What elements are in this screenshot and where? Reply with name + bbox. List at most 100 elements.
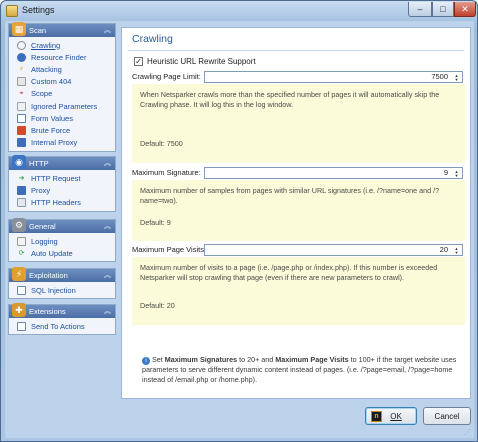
sidebar-item-scope[interactable]: ⌖ Scope: [9, 88, 115, 100]
group-label: General: [29, 222, 56, 231]
group-label: Scan: [29, 26, 47, 35]
brute-force-icon: [17, 125, 26, 135]
maximum-signature-help: Maximum number of samples from pages wit…: [132, 180, 465, 241]
collapse-chevron-icon[interactable]: ︽: [104, 157, 111, 170]
sidebar-group-header-scan[interactable]: ▦ Scan ︽: [9, 22, 115, 37]
maximum-page-visits-help: Maximum number of visits to a page (i.e.…: [132, 257, 465, 325]
sidebar-item-internal-proxy[interactable]: Internal Proxy: [9, 137, 115, 149]
maximum-signature-input[interactable]: 9 ▲ ▼: [204, 167, 463, 179]
internal-proxy-icon: [17, 138, 26, 148]
maximum-page-visits-label: Maximum Page Visits:: [132, 245, 207, 254]
crawling-settings-panel: Crawling ✓ Heuristic URL Rewrite Support…: [121, 27, 471, 399]
sidebar-item-label: SQL Injection: [31, 285, 76, 295]
heuristic-url-rewrite-label: Heuristic URL Rewrite Support: [147, 57, 256, 66]
maximum-signature-row: Maximum Signature: 9 ▲ ▼: [132, 167, 463, 179]
sidebar-item-label: HTTP Headers: [31, 197, 81, 207]
sidebar-item-resource-finder[interactable]: Resource Finder: [9, 51, 115, 63]
collapse-chevron-icon[interactable]: ︽: [104, 24, 111, 37]
sidebar-item-brute-force[interactable]: Brute Force: [9, 124, 115, 136]
sidebar-item-crawling[interactable]: Crawling: [9, 39, 115, 51]
sidebar-item-label: Logging: [31, 236, 58, 246]
sidebar-item-label: Send To Actions: [31, 321, 85, 331]
tip-bold-max-page-visits: Maximum Page Visits: [275, 355, 349, 364]
close-button[interactable]: ✕: [454, 2, 476, 17]
resize-grip-icon[interactable]: ⋰: [464, 428, 471, 436]
heuristic-url-rewrite-row[interactable]: ✓ Heuristic URL Rewrite Support: [134, 57, 256, 66]
sidebar-item-send-to-actions[interactable]: Send To Actions: [9, 320, 115, 332]
ignored-parameters-icon: [17, 101, 26, 111]
info-icon: i: [142, 357, 150, 365]
maximum-page-visits-input[interactable]: 20 ▲ ▼: [204, 244, 463, 256]
help-text: Maximum number of samples from pages wit…: [140, 186, 440, 205]
ok-label: OK: [390, 411, 402, 421]
sidebar-item-label: Crawling: [31, 40, 61, 50]
crawling-page-limit-value: 7500: [431, 72, 448, 81]
spinner-arrows-icon[interactable]: ▲ ▼: [453, 246, 460, 255]
sidebar-group-extensions: ✚ Extensions ︽ Send To Actions: [8, 303, 116, 336]
settings-app-icon: [6, 5, 18, 17]
maximum-signature-value: 9: [443, 168, 448, 177]
sidebar-item-label: Custom 404: [31, 77, 72, 87]
window-client-area: ▦ Scan ︽ Crawling Resource Finder ⚡ Atta…: [5, 21, 474, 438]
collapse-chevron-icon[interactable]: ︽: [104, 220, 111, 233]
sidebar-item-attacking[interactable]: ⚡ Attacking: [9, 63, 115, 75]
resource-finder-icon: [17, 52, 26, 62]
sidebar-group-scan: ▦ Scan ︽ Crawling Resource Finder ⚡ Atta…: [8, 22, 116, 152]
title-bar[interactable]: Settings – □ ✕: [1, 1, 477, 21]
http-headers-icon: [17, 197, 26, 207]
default-value-text: Default: 20: [140, 301, 175, 310]
ok-button[interactable]: n OK: [365, 407, 417, 425]
maximum-page-visits-row: Maximum Page Visits: 20 ▲ ▼: [132, 244, 463, 256]
sidebar-item-proxy[interactable]: Proxy: [9, 184, 115, 196]
proxy-icon: [17, 185, 26, 195]
sidebar-item-sql-injection[interactable]: SQL Injection: [9, 284, 115, 296]
default-value-text: Default: 7500: [140, 139, 183, 148]
settings-sidebar: ▦ Scan ︽ Crawling Resource Finder ⚡ Atta…: [8, 22, 116, 350]
extensions-icon: ✚: [12, 303, 26, 317]
sidebar-item-ignored-parameters[interactable]: Ignored Parameters: [9, 100, 115, 112]
tip-bold-max-signatures: Maximum Signatures: [164, 355, 238, 364]
scope-icon: ⌖: [19, 90, 24, 98]
sidebar-group-http: ◉ HTTP ︽ ➔ HTTP Request Proxy HTTP Heade…: [8, 155, 116, 212]
sidebar-group-header-extensions[interactable]: ✚ Extensions ︽: [9, 303, 115, 318]
sidebar-item-auto-update[interactable]: ⟳ Auto Update: [9, 247, 115, 259]
sidebar-group-exploitation: ⚡ Exploitation ︽ SQL Injection: [8, 267, 116, 300]
collapse-chevron-icon[interactable]: ︽: [104, 269, 111, 282]
spinner-arrows-icon[interactable]: ▲ ▼: [453, 169, 460, 178]
sidebar-group-header-http[interactable]: ◉ HTTP ︽: [9, 155, 115, 170]
sql-injection-icon: [17, 285, 26, 295]
help-text: When Netsparker crawls more than the spe…: [140, 90, 440, 109]
sidebar-item-label: HTTP Request: [31, 173, 81, 183]
spinner-arrows-icon[interactable]: ▲ ▼: [453, 73, 460, 82]
custom-404-icon: [17, 77, 26, 87]
scan-icon: ▦: [12, 22, 26, 36]
crawling-page-limit-help: When Netsparker crawls more than the spe…: [132, 84, 465, 163]
crawling-page-limit-input[interactable]: 7500 ▲ ▼: [204, 71, 463, 83]
sidebar-group-header-exploitation[interactable]: ⚡ Exploitation ︽: [9, 267, 115, 282]
sidebar-item-http-headers[interactable]: HTTP Headers: [9, 196, 115, 208]
sidebar-item-label: Ignored Parameters: [31, 101, 98, 111]
sidebar-item-label: Proxy: [31, 185, 51, 195]
send-to-actions-icon: [17, 321, 26, 331]
tuning-tip: i Set Maximum Signatures to 20+ and Maxim…: [142, 355, 460, 385]
sidebar-group-header-general[interactable]: ⚙ General ︽: [9, 218, 115, 233]
window-title: Settings: [22, 5, 55, 15]
maximum-page-visits-value: 20: [439, 245, 448, 254]
sidebar-item-http-request[interactable]: ➔ HTTP Request: [9, 172, 115, 184]
sidebar-item-label: Brute Force: [31, 125, 71, 135]
cancel-button[interactable]: Cancel: [423, 407, 471, 425]
sidebar-item-logging[interactable]: Logging: [9, 235, 115, 247]
sidebar-item-label: Form Values: [31, 113, 73, 123]
form-values-icon: [17, 113, 26, 123]
auto-update-icon: ⟳: [18, 249, 25, 257]
sidebar-item-custom-404[interactable]: Custom 404: [9, 76, 115, 88]
minimize-button[interactable]: –: [408, 2, 432, 17]
collapse-chevron-icon[interactable]: ︽: [104, 305, 111, 318]
http-icon: ◉: [12, 155, 26, 169]
sidebar-item-form-values[interactable]: Form Values: [9, 112, 115, 124]
crawling-page-limit-label: Crawling Page Limit:: [132, 72, 201, 81]
sidebar-item-label: Attacking: [31, 64, 62, 74]
title-divider: [128, 50, 464, 51]
heuristic-url-rewrite-checkbox[interactable]: ✓: [134, 57, 143, 66]
maximize-button[interactable]: □: [432, 2, 454, 17]
